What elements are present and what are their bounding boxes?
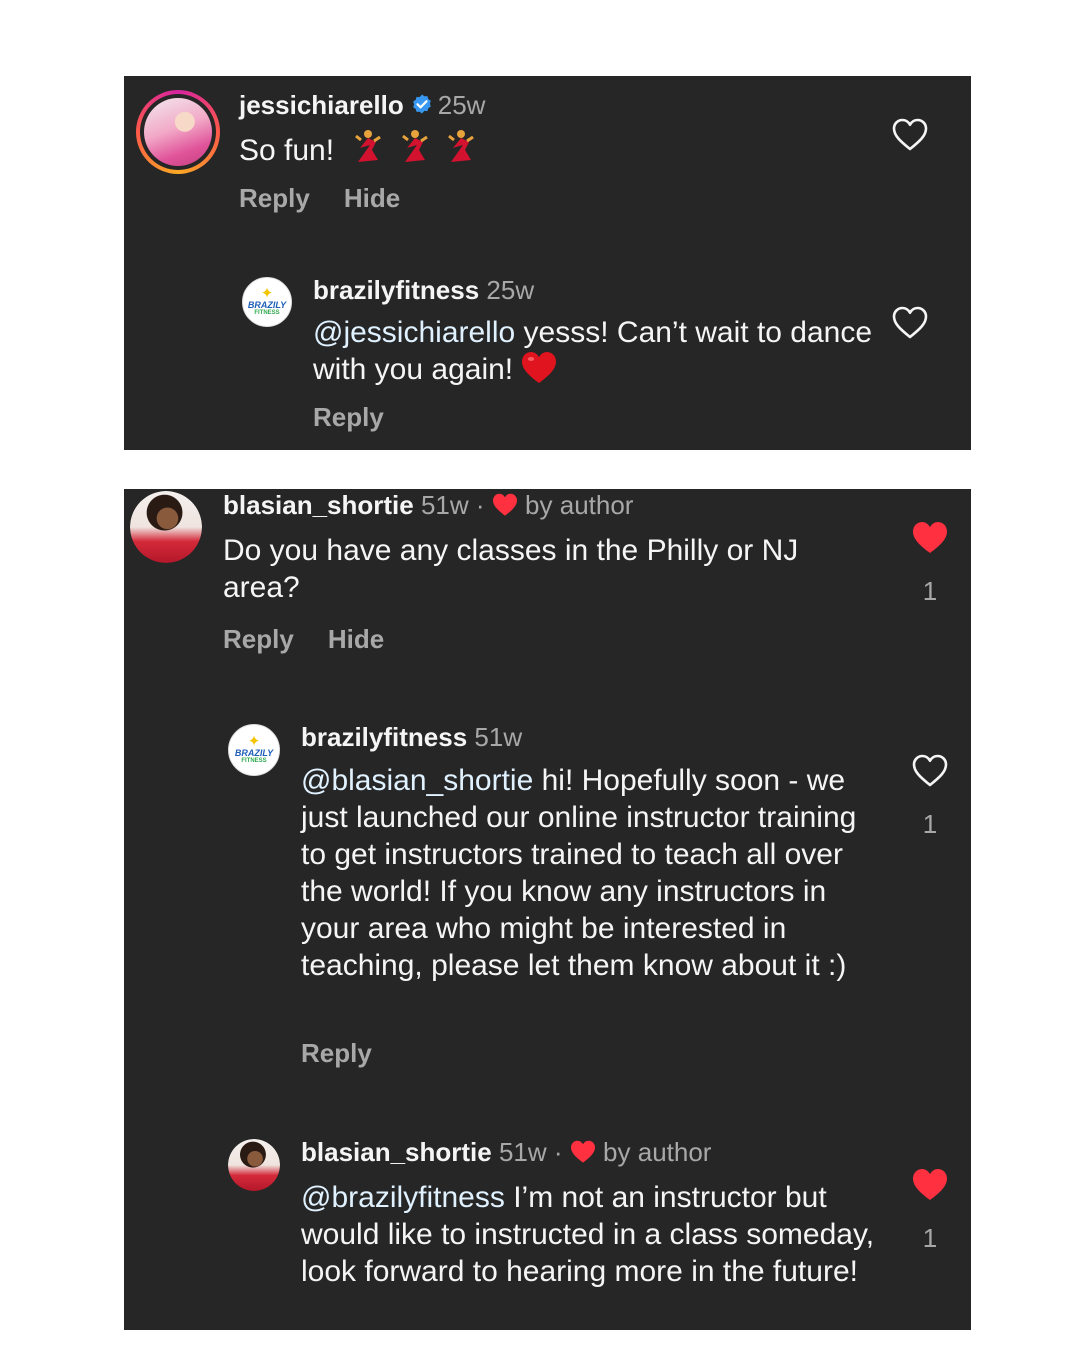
heart-outline-icon[interactable] — [892, 118, 928, 152]
reply-button[interactable]: Reply — [301, 1038, 372, 1068]
dancer-emojis — [348, 130, 479, 167]
avatar-brazilyfitness[interactable]: ✦ BRAZILY FITNESS — [242, 277, 292, 327]
dancer-emoji-icon — [355, 130, 382, 162]
reply-time: 25w — [486, 275, 535, 305]
username[interactable]: blasian_shortie — [301, 1137, 492, 1167]
avatar-blasian-shortie[interactable] — [130, 491, 202, 563]
reply-button[interactable]: Reply — [313, 402, 384, 432]
like-count: 1 — [922, 576, 938, 606]
comment-thread-blasian-shortie: blasian_shortie 51w · by author Do you h… — [124, 489, 971, 1330]
reply-header: blasian_shortie 51w · by author — [301, 1136, 711, 1168]
hide-button[interactable]: Hide — [328, 624, 384, 654]
logo-star-icon: ✦ — [247, 733, 261, 750]
username[interactable]: brazilyfitness — [313, 275, 479, 305]
profile-photo — [130, 491, 202, 563]
reply-actions: Reply — [313, 402, 418, 433]
comment-header: jessichiarello 25w — [239, 89, 485, 121]
heart-outline-icon[interactable] — [892, 306, 928, 340]
reply-text: @brazilyfitness I’m not an instructor bu… — [301, 1179, 876, 1290]
username[interactable]: jessichiarello — [239, 90, 404, 120]
like-count: 1 — [922, 809, 938, 839]
mention-link[interactable]: @brazilyfitness — [301, 1181, 505, 1214]
comment-body: So fun! — [239, 134, 335, 167]
comment-actions: Reply Hide — [223, 624, 418, 655]
logo-text: BRAZILY — [247, 300, 287, 310]
heart-filled-icon[interactable] — [912, 1168, 948, 1202]
avatar-brazilyfitness[interactable]: ✦ BRAZILY FITNESS — [228, 724, 280, 776]
reply-button[interactable]: Reply — [239, 183, 310, 213]
comment-text: Do you have any classes in the Philly or… — [223, 534, 799, 604]
by-author-label: by author — [603, 1137, 712, 1167]
separator: · — [553, 1137, 563, 1167]
by-author-label: by author — [525, 490, 634, 520]
reply-time: 51w — [498, 1137, 547, 1167]
reply-time: 51w — [474, 722, 523, 752]
comment-time: 25w — [437, 90, 486, 120]
reply-header: brazilyfitness 51w — [301, 721, 522, 753]
dancer-emoji-icon — [401, 130, 428, 162]
comment-time: 51w — [420, 490, 469, 520]
profile-photo — [228, 1139, 280, 1191]
reply-actions: Reply — [301, 1038, 406, 1069]
logo-star-icon: ✦ — [260, 285, 274, 302]
comment-header: blasian_shortie 51w · by author — [223, 489, 633, 521]
username[interactable]: brazilyfitness — [301, 722, 467, 752]
reply-text: @jessichiarello yesss! Can’t wait to dan… — [313, 314, 873, 388]
logo-subtext: FITNESS — [254, 310, 280, 316]
profile-photo — [144, 98, 212, 166]
avatar-jessichiarello[interactable] — [136, 90, 220, 174]
mention-link[interactable]: @jessichiarello — [313, 316, 515, 349]
avatar-blasian-shortie[interactable] — [228, 1139, 280, 1191]
dancer-emoji-icon — [448, 130, 474, 162]
liked-by-author-heart-icon — [492, 493, 517, 516]
reply-text: @blasian_shortie hi! Hopefully soon - we… — [301, 762, 876, 984]
hide-button[interactable]: Hide — [344, 183, 400, 213]
reply-header: brazilyfitness 25w — [313, 274, 534, 306]
logo-subtext: FITNESS — [241, 758, 267, 764]
mention-link[interactable]: @blasian_shortie — [301, 764, 533, 797]
verified-badge-icon — [412, 94, 431, 114]
like-count: 1 — [922, 1223, 938, 1253]
logo-text: BRAZILY — [234, 748, 274, 758]
heart-outline-icon[interactable] — [912, 754, 948, 788]
username[interactable]: blasian_shortie — [223, 490, 414, 520]
comment-actions: Reply Hide — [239, 183, 434, 214]
heart-filled-icon[interactable] — [912, 521, 948, 555]
separator: · — [475, 490, 485, 520]
comment-thread-jessichiarello: jessichiarello 25w So fun! Reply Hide ✦ BR… — [124, 76, 971, 450]
comment-text: So fun! — [239, 128, 479, 169]
reply-button[interactable]: Reply — [223, 624, 294, 654]
liked-by-author-heart-icon — [570, 1140, 595, 1163]
red-heart-emoji-icon — [522, 352, 557, 383]
